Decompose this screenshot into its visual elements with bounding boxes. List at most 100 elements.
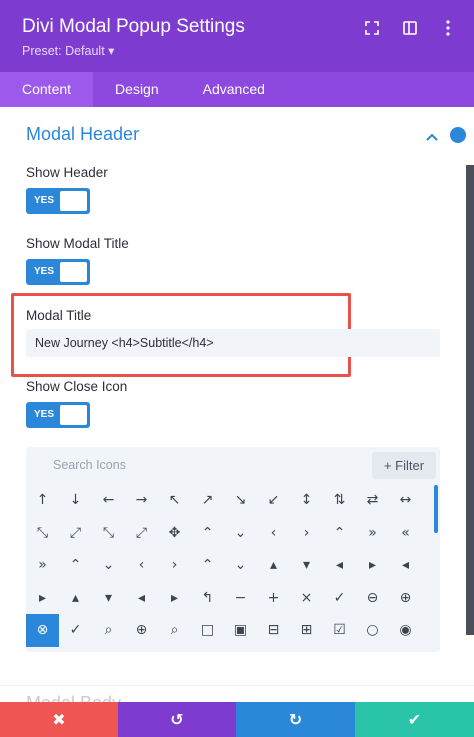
- toggle-yes-label: YES: [34, 266, 55, 277]
- filter-button[interactable]: + Filter: [372, 452, 436, 479]
- expand-icon[interactable]: [360, 18, 384, 38]
- icon-option[interactable]: ←: [92, 484, 125, 517]
- icon-picker: + Filter ↑↓←→↖↗↘↙↕⇅⇄↔⤡⤢⤡⤢✥⌃⌄‹›⌃»«»⌃⌄‹›⌃⌄…: [26, 447, 440, 652]
- icon-option[interactable]: ▴: [59, 582, 92, 615]
- icon-option[interactable]: ◂: [125, 582, 158, 615]
- next-section-title[interactable]: Modal Body: [26, 693, 121, 702]
- icon-option[interactable]: ⊕: [389, 582, 422, 615]
- icon-option[interactable]: ▾: [92, 582, 125, 615]
- icon-option[interactable]: ›: [290, 517, 323, 550]
- icon-option[interactable]: ⤡: [92, 517, 125, 550]
- icon-option[interactable]: ▾: [290, 549, 323, 582]
- icon-option[interactable]: ▣: [224, 614, 257, 647]
- icon-option[interactable]: ⊕: [125, 614, 158, 647]
- icon-option[interactable]: «: [389, 517, 422, 550]
- icon-option[interactable]: ⌕: [92, 614, 125, 647]
- show-modal-title-toggle[interactable]: YES: [26, 259, 90, 285]
- icon-option[interactable]: ⌕: [158, 614, 191, 647]
- modal-title-input[interactable]: [26, 329, 440, 357]
- show-close-icon-toggle[interactable]: YES: [26, 402, 90, 428]
- icon-option[interactable]: ⊟: [257, 614, 290, 647]
- settings-header: Divi Modal Popup Settings Preset: Defaul…: [0, 0, 474, 72]
- show-header-label: Show Header: [26, 165, 108, 180]
- icon-search-input[interactable]: [26, 447, 372, 483]
- modal-settings-title: Divi Modal Popup Settings: [22, 16, 245, 37]
- icon-grid-row: ↑ ↓ ← → ↖ ↗ ↘ ↙ ↕ ⇅ ⇄ ↔: [26, 484, 432, 517]
- section-divider: [0, 685, 474, 686]
- redo-button[interactable]: ↻: [236, 702, 355, 737]
- icon-option[interactable]: ⇄: [356, 484, 389, 517]
- icon-option[interactable]: ⌃: [59, 549, 92, 582]
- toggle-knob: [60, 262, 87, 282]
- icon-grid-row: ⤡ ⤢ ⤡ ⤢ ✥ ⌃ ⌄ ‹ › ⌃» «: [26, 517, 432, 550]
- icon-option[interactable]: ⤡: [26, 517, 59, 550]
- icon-option[interactable]: ☑: [323, 614, 356, 647]
- icon-option[interactable]: ✓: [59, 614, 92, 647]
- icon-option[interactable]: ↕: [290, 484, 323, 517]
- icon-option[interactable]: ◉: [389, 614, 422, 647]
- icon-option[interactable]: ▸: [158, 582, 191, 615]
- icon-option[interactable]: ○: [356, 614, 389, 647]
- icon-option[interactable]: ›: [158, 549, 191, 582]
- icon-option[interactable]: ⌃: [191, 517, 224, 550]
- icon-grid-row: » ⌃ ⌄ ‹ › ⌃ ⌄ ▴ ▾ ◂ ▸ ◂: [26, 549, 432, 582]
- tab-advanced[interactable]: Advanced: [181, 72, 287, 107]
- tab-content[interactable]: Content: [0, 72, 94, 107]
- show-close-icon-label: Show Close Icon: [26, 379, 128, 394]
- icon-option[interactable]: ⊞: [290, 614, 323, 647]
- section-options-icon[interactable]: [450, 127, 466, 143]
- icon-option[interactable]: ⤢: [59, 517, 92, 550]
- icon-option[interactable]: ⊗: [26, 614, 59, 647]
- icon-option[interactable]: ↘: [224, 484, 257, 517]
- icon-option[interactable]: ▴: [257, 549, 290, 582]
- icon-option[interactable]: ◂: [323, 549, 356, 582]
- icon-option[interactable]: ⇅: [323, 484, 356, 517]
- icon-option[interactable]: −: [224, 582, 257, 615]
- icon-option[interactable]: ▸: [26, 582, 59, 615]
- icon-option[interactable]: ⌃: [323, 517, 356, 550]
- icon-option[interactable]: ⌃: [191, 549, 224, 582]
- icon-option[interactable]: □: [191, 614, 224, 647]
- icon-option[interactable]: ⤢: [125, 517, 158, 550]
- tab-design[interactable]: Design: [93, 72, 181, 107]
- icon-option[interactable]: ⊖: [356, 582, 389, 615]
- icon-option[interactable]: ✓: [323, 582, 356, 615]
- icon-option[interactable]: ‹: [125, 549, 158, 582]
- more-vertical-icon[interactable]: [436, 18, 460, 38]
- icon-option[interactable]: ↓: [59, 484, 92, 517]
- icon-option[interactable]: ↗: [191, 484, 224, 517]
- chevron-up-icon[interactable]: [426, 128, 438, 146]
- icon-option[interactable]: »: [356, 517, 389, 550]
- icon-option[interactable]: ◂: [389, 549, 422, 582]
- icon-option[interactable]: ↰: [191, 582, 224, 615]
- icon-option[interactable]: →: [125, 484, 158, 517]
- undo-button[interactable]: ↺: [118, 702, 236, 737]
- content-scrollbar[interactable]: [466, 165, 474, 635]
- icon-option[interactable]: ✥: [158, 517, 191, 550]
- icon-option[interactable]: ⌄: [92, 549, 125, 582]
- toggle-knob: [60, 191, 87, 211]
- icon-grid-row: ⊗ ✓ ⌕ ⊕ ⌕ □ ▣ ⊟ ⊞ ☑ ○ ◉: [26, 614, 432, 647]
- icon-option[interactable]: ↔: [389, 484, 422, 517]
- section-title[interactable]: Modal Header: [26, 124, 139, 145]
- icon-grid-row: ▸ ▴ ▾ ◂ ▸ ↰ − + × ✓ ⊖ ⊕: [26, 582, 432, 615]
- icon-option[interactable]: ▸: [356, 549, 389, 582]
- icon-option[interactable]: ⌄: [224, 517, 257, 550]
- save-button[interactable]: ✔: [355, 702, 474, 737]
- icon-option[interactable]: +: [257, 582, 290, 615]
- preset-dropdown[interactable]: Preset: Default ▾: [22, 43, 114, 58]
- show-header-toggle[interactable]: YES: [26, 188, 90, 214]
- icon-option[interactable]: ↙: [257, 484, 290, 517]
- show-modal-title-label: Show Modal Title: [26, 236, 129, 251]
- icon-option[interactable]: »: [26, 549, 59, 582]
- cancel-button[interactable]: ✖: [0, 702, 118, 737]
- icon-grid: ↑ ↓ ← → ↖ ↗ ↘ ↙ ↕ ⇅ ⇄ ↔ ⤡ ⤢ ⤡ ⤢ ✥ ⌃ ⌄ ‹ › ⌃» «» ⌃ ⌄ ‹ › ⌃ ⌄ ▴ ▾ ◂ ▸ ◂ ▸ ▴ ▾ ◂…: [26, 484, 432, 647]
- toggle-yes-label: YES: [34, 195, 55, 206]
- icon-option[interactable]: ×: [290, 582, 323, 615]
- icon-option[interactable]: ↑: [26, 484, 59, 517]
- icon-grid-scrollbar[interactable]: [434, 485, 438, 533]
- icon-option[interactable]: ↖: [158, 484, 191, 517]
- sidebar-layout-icon[interactable]: [398, 18, 422, 38]
- icon-option[interactable]: ‹: [257, 517, 290, 550]
- icon-option[interactable]: ⌄: [224, 549, 257, 582]
